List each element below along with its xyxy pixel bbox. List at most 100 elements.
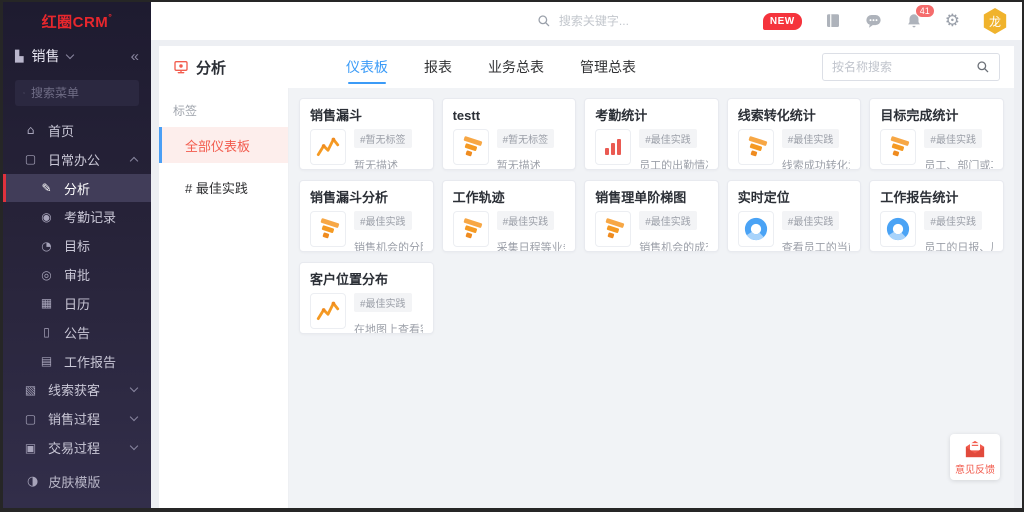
name-search[interactable] — [822, 53, 1000, 81]
skin-icon: ◑ — [27, 474, 38, 489]
card-tag-chip: #暂无标签 — [497, 129, 555, 148]
tab-管理总表[interactable]: 管理总表 — [580, 46, 636, 88]
sidebar-item-label: 公告 — [64, 323, 137, 342]
donut-blue-icon — [880, 211, 916, 247]
dashboards-area: 销售漏斗 #暂无标签 暂无描述 testt #暂无标签 暂无描述 考勤统计 #最… — [289, 88, 1014, 508]
dashboard-card[interactable]: 客户位置分布 #最佳实践 在地图上查看客户的... — [299, 262, 434, 334]
sidebar-item-label: 线索获客 — [48, 380, 121, 399]
chevron-down-icon — [130, 442, 138, 450]
dashboard-card[interactable]: 线索转化统计 #最佳实践 线索成功转化为客户... — [727, 98, 862, 170]
bars-red-icon — [595, 129, 631, 165]
card-tag-chip: #最佳实践 — [639, 129, 697, 148]
name-search-input[interactable] — [832, 60, 970, 74]
tags-panel-title: 标签 — [159, 94, 288, 127]
logo-mark: ° — [108, 12, 112, 22]
top-header: NEW 41 ⚙ 龙 — [151, 2, 1022, 40]
tag-filter-全部仪表板[interactable]: 全部仪表板 — [159, 127, 288, 163]
notification-count-badge: 41 — [915, 4, 935, 18]
card-description: 员工、部门或其他业... — [924, 157, 993, 170]
message-icon[interactable] — [864, 12, 883, 30]
feedback-envelope-icon — [964, 439, 986, 459]
feedback-button[interactable]: 意见反馈 — [950, 434, 1000, 480]
dashboard-card[interactable]: 工作轨迹 #最佳实践 采集日程等业务数据... — [442, 180, 577, 252]
card-title: 实时定位 — [738, 189, 851, 206]
search-icon — [976, 60, 990, 74]
sidebar-item-公告[interactable]: ▯ 公告 — [3, 318, 151, 347]
collapse-sidebar-icon[interactable]: « — [131, 48, 139, 65]
card-tag-chip: #最佳实践 — [924, 129, 982, 148]
notification-bell-icon[interactable]: 41 — [905, 12, 923, 30]
card-title: 工作报告统计 — [880, 189, 993, 206]
card-tag-chip: #最佳实践 — [639, 211, 697, 230]
panel-header: 分析 仪表板报表业务总表管理总表 — [159, 46, 1014, 88]
card-description: 暂无描述 — [354, 157, 423, 170]
feedback-label: 意见反馈 — [955, 461, 995, 476]
sidebar-search[interactable] — [15, 80, 139, 106]
tab-报表[interactable]: 报表 — [424, 46, 452, 88]
card-title: 考勤统计 — [595, 107, 708, 124]
dashboard-card[interactable]: 考勤统计 #最佳实践 员工的出勤情况统计 — [584, 98, 719, 170]
attendance-icon: ◉ — [39, 210, 54, 224]
dashboard-card[interactable]: 实时定位 #最佳实践 查看员工的当前位置... — [727, 180, 862, 252]
tag-filter-# 最佳实践[interactable]: # 最佳实践 — [159, 169, 288, 205]
dashboard-card[interactable]: 目标完成统计 #最佳实践 员工、部门或其他业... — [869, 98, 1004, 170]
content-wrap: 分析 仪表板报表业务总表管理总表 标签 全部仪表板# 最佳实践 销售漏斗 — [151, 40, 1022, 508]
sidebar-item-skin-template[interactable]: ◑ 皮肤模版 — [3, 462, 151, 500]
dashboard-card[interactable]: 工作报告统计 #最佳实践 员工的日报、周报和... — [869, 180, 1004, 252]
sidebar-item-考勤记录[interactable]: ◉考勤记录 — [3, 202, 151, 231]
card-title: 工作轨迹 — [453, 189, 566, 206]
dashboard-card[interactable]: testt #暂无标签 暂无描述 — [442, 98, 577, 170]
leads-icon: ▧ — [23, 383, 38, 397]
dashboard-card[interactable]: 销售漏斗 #暂无标签 暂无描述 — [299, 98, 434, 170]
sidebar-item-label: 目标 — [64, 236, 137, 255]
sidebar-item-线索获客[interactable]: ▧ 线索获客 — [3, 375, 151, 404]
page-title: 分析 — [196, 57, 226, 78]
card-tag-chip: #最佳实践 — [497, 211, 555, 230]
sidebar-item-工作报告[interactable]: ▤工作报告 — [3, 347, 151, 376]
sales-process-icon: ▢ — [23, 412, 38, 426]
help-book-icon[interactable] — [824, 12, 842, 30]
tags-panel: 标签 全部仪表板 # 最佳实践 — [159, 88, 289, 508]
user-avatar[interactable]: 龙 — [982, 8, 1008, 34]
calendar-icon: ▦ — [39, 296, 54, 310]
dashboard-card[interactable]: 销售理单阶梯图 #最佳实践 销售机会的成交状态... — [584, 180, 719, 252]
workspace-switcher[interactable]: ▙ 销售 « — [3, 40, 151, 72]
sidebar-item-label: 日常办公 — [48, 150, 121, 169]
sidebar-item-审批[interactable]: ◎审批 — [3, 260, 151, 289]
global-search-input[interactable] — [559, 14, 699, 28]
new-feature-badge[interactable]: NEW — [763, 13, 802, 30]
sidebar-item-目标[interactable]: ◔ 目标 — [3, 231, 151, 260]
sidebar-item-交易过程[interactable]: ▣交易过程 — [3, 433, 151, 462]
tab-业务总表[interactable]: 业务总表 — [488, 46, 544, 88]
card-description: 暂无描述 — [497, 157, 566, 170]
work-report-icon: ▤ — [39, 354, 54, 368]
sidebar-item-label: 审批 — [64, 265, 137, 284]
announcement-icon: ▯ — [39, 325, 54, 339]
sidebar-item-日历[interactable]: ▦日历 — [3, 289, 151, 318]
deal-process-icon: ▣ — [23, 441, 38, 455]
dashboard-card[interactable]: 销售漏斗分析 #最佳实践 销售机会的分阶段漏... — [299, 180, 434, 252]
sidebar-item-首页[interactable]: ⌂首页 — [3, 116, 151, 145]
sidebar-item-日常办公[interactable]: ▢日常办公 — [3, 145, 151, 174]
card-tag-chip: #最佳实践 — [354, 211, 412, 230]
sidebar-item-分析[interactable]: ✎分析 — [3, 174, 151, 203]
target-icon: ◔ — [39, 239, 54, 253]
bar-chart-icon: ▙ — [15, 50, 23, 63]
sidebar-search-input[interactable] — [31, 86, 131, 100]
settings-gear-icon[interactable]: ⚙ — [945, 11, 960, 31]
card-description: 在地图上查看客户的... — [354, 321, 423, 334]
global-search[interactable] — [537, 14, 727, 28]
sidebar: 红圈CRM° ▙ 销售 « ⌂首页▢日常办公✎分析◉考勤记录◔目标◎审批▦日历▯… — [3, 2, 151, 508]
card-title: 客户位置分布 — [310, 271, 423, 288]
chevron-down-icon — [66, 50, 74, 58]
card-tag-chip: #最佳实践 — [782, 129, 840, 148]
funnel-orange-icon — [453, 129, 489, 165]
skin-label: 皮肤模版 — [48, 472, 100, 491]
chevron-up-icon — [130, 156, 138, 164]
tab-仪表板[interactable]: 仪表板 — [346, 46, 388, 88]
page-title-group: 分析 — [173, 57, 226, 78]
card-title: 销售理单阶梯图 — [595, 189, 708, 206]
card-description: 销售机会的分阶段漏... — [354, 239, 423, 252]
sidebar-item-销售过程[interactable]: ▢销售过程 — [3, 404, 151, 433]
sidebar-item-label: 分析 — [64, 179, 137, 198]
